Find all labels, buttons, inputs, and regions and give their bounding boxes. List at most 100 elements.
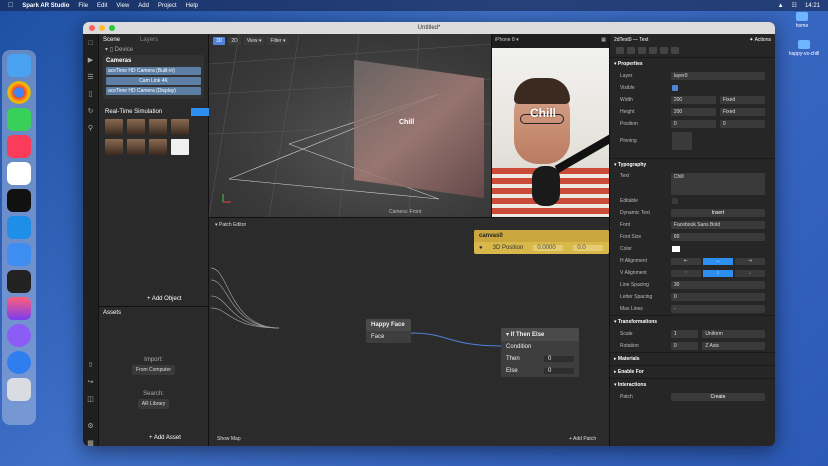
width-mode-dropdown[interactable]: Fixed <box>719 96 765 104</box>
menubar-app-name[interactable]: Spark AR Studio <box>22 3 69 9</box>
messages-icon[interactable] <box>7 108 31 131</box>
rotation-axis-dropdown[interactable]: Z Axis <box>702 342 765 350</box>
color-swatch[interactable] <box>672 246 680 252</box>
typography-section[interactable]: ▾ Typography <box>610 158 775 171</box>
file-icon[interactable]: ◫ <box>87 395 94 403</box>
align-bottom-button[interactable]: ↓ <box>735 269 765 277</box>
align-top-button[interactable]: ↑ <box>671 269 701 277</box>
position-x-field[interactable]: 0.0000 <box>533 245 564 251</box>
refresh-icon[interactable]: ↻ <box>88 107 94 115</box>
mode-2d-button[interactable]: 2D <box>228 37 241 45</box>
add-asset-button[interactable]: + Add Asset <box>149 435 181 441</box>
transformations-section[interactable]: ▾ Transformations <box>610 315 775 328</box>
menu-project[interactable]: Project <box>158 3 177 9</box>
position-y-field[interactable]: 0.0 <box>573 245 604 251</box>
device-row[interactable]: ▾ ▯ Device <box>99 46 208 53</box>
terminal-icon[interactable] <box>7 189 31 212</box>
spark-ar-icon[interactable] <box>7 297 31 320</box>
align-center-button[interactable]: ↔ <box>703 257 733 265</box>
position-y-field[interactable]: 0 <box>719 120 765 128</box>
menu-view[interactable]: View <box>116 3 129 9</box>
palette-icon[interactable] <box>7 324 31 347</box>
desktop-folder-home[interactable]: home <box>782 12 822 29</box>
camera-option[interactable]: aceTime HD Camera (Built-in) <box>106 67 201 75</box>
materials-section[interactable]: ▸ Materials <box>610 352 775 365</box>
mode-3d-button[interactable]: 3D <box>213 37 226 45</box>
simulator-menu-icon[interactable]: ▦ <box>601 37 606 43</box>
view-dropdown[interactable]: View ▾ <box>243 37 265 45</box>
letter-spacing-field[interactable]: 0 <box>670 293 765 301</box>
create-patch-button[interactable]: Create <box>670 393 765 401</box>
font-size-field[interactable]: 60 <box>670 233 765 241</box>
position-x-field[interactable]: 0 <box>670 120 716 128</box>
height-field[interactable]: 200 <box>670 108 716 116</box>
bird-icon[interactable] <box>7 351 31 374</box>
device-dropdown[interactable]: iPhone 8 ▾ <box>495 37 519 43</box>
camera-option[interactable]: aceTime HD Camera (Display) <box>106 87 201 95</box>
happy-face-node[interactable]: Happy Face Face <box>366 319 411 343</box>
tool-icon[interactable] <box>671 47 679 54</box>
video-thumbnail[interactable] <box>105 139 123 155</box>
login-icon[interactable]: ↪ <box>88 378 94 386</box>
trash-icon[interactable] <box>7 378 31 401</box>
tool-icon[interactable] <box>627 47 635 54</box>
video-thumbnail[interactable] <box>105 119 123 135</box>
properties-section[interactable]: ▾ Properties <box>610 57 775 70</box>
video-thumbnail[interactable] <box>127 119 145 135</box>
scale-mode-dropdown[interactable]: Uniform <box>702 330 765 338</box>
chrome-icon[interactable] <box>7 81 31 104</box>
feedback-icon[interactable]: ▩ <box>87 439 94 446</box>
mail-icon[interactable] <box>7 243 31 266</box>
visible-checkbox[interactable] <box>672 85 678 91</box>
library-icon[interactable]: ☰ <box>87 73 93 81</box>
viewport-text-object[interactable]: Chill <box>399 119 414 126</box>
settings-icon[interactable]: ⚙ <box>87 422 93 430</box>
patch-editor[interactable]: ▾ Patch Editor canvas0 ● 3D Position 0.0… <box>209 217 609 446</box>
desktop-folder-happy-vs-chill[interactable]: happy-vs-chill <box>784 40 824 57</box>
scale-field[interactable]: 1 <box>670 330 699 338</box>
rotation-field[interactable]: 0 <box>670 342 699 350</box>
ar-library-button[interactable]: AR Library <box>137 399 170 409</box>
from-computer-button[interactable]: From Computer <box>131 365 175 375</box>
clock[interactable]: 14:21 <box>805 3 820 9</box>
menu-add[interactable]: Add <box>138 3 149 9</box>
editable-checkbox[interactable] <box>672 198 678 204</box>
scene-viewport[interactable]: Chill 3D 2D View ▾ Filter ▾ Camera: Fron… <box>209 34 491 217</box>
align-right-button[interactable]: ⇥ <box>735 257 765 265</box>
wifi-icon[interactable]: ▲ <box>778 3 784 9</box>
finder-icon[interactable] <box>7 54 31 77</box>
actions-button[interactable]: ✦ Actions <box>749 37 771 43</box>
if-then-else-node[interactable]: ▾ If Then Else Condition Then 0 Else 0 <box>501 328 579 377</box>
line-spacing-field[interactable]: 30 <box>670 281 765 289</box>
tab-layers[interactable]: Layers <box>140 37 158 43</box>
tool-icon[interactable] <box>616 47 624 54</box>
apple-icon[interactable]:  <box>8 2 13 9</box>
layer-dropdown[interactable]: layer0 <box>670 72 765 80</box>
pinning-widget[interactable] <box>672 132 692 150</box>
video-thumbnail[interactable] <box>171 119 189 135</box>
device-icon[interactable]: ▯ <box>89 90 93 98</box>
text-input[interactable]: Chill <box>670 172 765 195</box>
align-middle-button[interactable]: ↕ <box>703 269 733 277</box>
tool-icon[interactable] <box>638 47 646 54</box>
vscode-icon[interactable] <box>7 216 31 239</box>
video-thumbnail[interactable] <box>127 139 145 155</box>
font-dropdown[interactable]: Facebook Sans Bold <box>670 221 765 229</box>
layout-icon[interactable]: □ <box>88 40 92 47</box>
upload-icon[interactable]: ⇧ <box>88 361 94 369</box>
insert-button[interactable]: Insert <box>670 209 765 217</box>
height-mode-dropdown[interactable]: Fixed <box>719 108 765 116</box>
filter-dropdown[interactable]: Filter ▾ <box>267 37 289 45</box>
else-field[interactable]: 0 <box>544 368 574 374</box>
canvas-node[interactable]: canvas0 ● 3D Position 0.0000 0.0 <box>474 230 609 254</box>
slack-icon[interactable] <box>7 162 31 185</box>
tool-icon[interactable] <box>660 47 668 54</box>
figma-icon[interactable] <box>7 270 31 293</box>
menu-help[interactable]: Help <box>186 3 198 9</box>
width-field[interactable]: 200 <box>670 96 716 104</box>
add-object-button[interactable]: + Add Object <box>147 296 182 302</box>
camera-option[interactable]: Cam Link 4K <box>106 77 201 85</box>
tool-icon[interactable] <box>649 47 657 54</box>
video-thumbnail[interactable] <box>149 139 167 155</box>
menu-file[interactable]: File <box>78 3 88 9</box>
